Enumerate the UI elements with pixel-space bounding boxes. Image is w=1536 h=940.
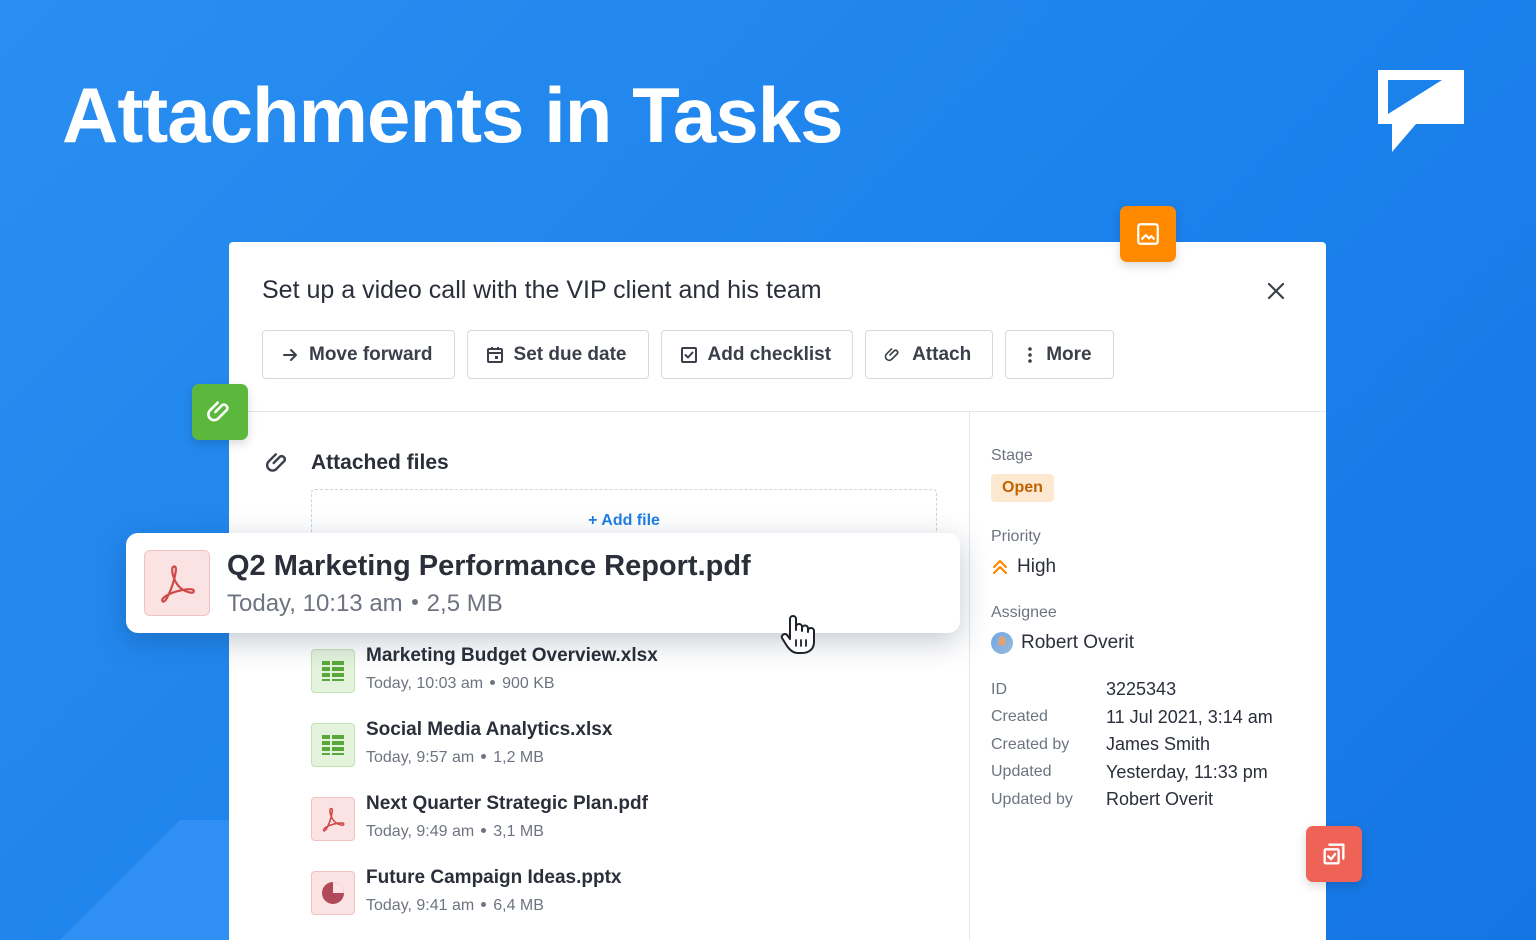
set-due-date-button[interactable]: Set due date [466, 330, 649, 379]
meta-key: ID [991, 680, 1007, 698]
hero-title: Attachments in Tasks [62, 71, 843, 159]
task-toolbar: Move forward Set due date Add checklist … [262, 330, 1114, 379]
priority-value[interactable]: High [991, 556, 1311, 578]
attach-label: Attach [912, 343, 972, 365]
meta-key: Updated by [991, 790, 1073, 808]
brand-logo-icon [1378, 70, 1464, 152]
meta-row: Created 11 Jul 2021, 3:14 am [991, 704, 1311, 732]
meta-row: ID 3225343 [991, 676, 1311, 704]
more-vertical-icon [1028, 346, 1032, 363]
meta-key: Updated [991, 763, 1052, 781]
more-label: More [1046, 343, 1092, 365]
stage-badge[interactable]: Open [991, 474, 1054, 502]
panel-divider [969, 411, 970, 940]
add-checklist-label: Add checklist [707, 343, 832, 365]
file-meta: Today, 9:57 am 1,2 MB [366, 749, 544, 766]
file-item[interactable]: Marketing Budget Overview.xlsx Today, 10… [311, 644, 658, 718]
presentation-icon [311, 871, 355, 915]
checkbox-icon [680, 346, 697, 363]
image-icon [1120, 206, 1176, 262]
toolbar-divider [229, 411, 1326, 412]
spreadsheet-icon [311, 723, 355, 767]
task-copy-icon [1306, 826, 1362, 882]
add-checklist-button[interactable]: Add checklist [660, 330, 854, 379]
meta-row: Updated Yesterday, 11:33 pm [991, 759, 1311, 787]
attach-button[interactable]: Attach [865, 330, 994, 379]
avatar [991, 632, 1013, 654]
meta-row: Updated by Robert Overit [991, 786, 1311, 814]
paperclip-icon [884, 347, 899, 361]
meta-key: Created [991, 708, 1048, 726]
attachments-header: Attached files [265, 450, 449, 476]
file-name: Future Campaign Ideas.pptx [366, 867, 622, 888]
meta-value: Yesterday, 11:33 pm [1106, 761, 1268, 782]
file-meta: Today, 9:49 am 3,1 MB [366, 823, 544, 840]
meta-table: ID 3225343 Created 11 Jul 2021, 3:14 am … [991, 676, 1311, 814]
file-item[interactable]: Social Media Analytics.xlsx Today, 9:57 … [311, 718, 658, 792]
highlighted-file-meta: Today, 10:13 am 2,5 MB [227, 589, 503, 617]
pdf-icon [311, 797, 355, 841]
priority-label: Priority [991, 528, 1041, 545]
file-meta: Today, 9:41 am 6,4 MB [366, 897, 544, 914]
highlighted-file-name: Q2 Marketing Performance Report.pdf [227, 549, 751, 582]
meta-key: Created by [991, 735, 1070, 753]
highlighted-file-card[interactable]: Q2 Marketing Performance Report.pdf Toda… [126, 533, 960, 633]
pdf-icon [144, 550, 210, 616]
priority-text: High [1017, 556, 1057, 577]
meta-value: James Smith [1106, 734, 1211, 755]
assignee-name: Robert Overit [1021, 632, 1134, 653]
paperclip-icon [192, 384, 248, 440]
file-name: Marketing Budget Overview.xlsx [366, 645, 658, 666]
background-shade [0, 820, 240, 940]
file-meta: Today, 10:03 am 900 KB [366, 675, 555, 692]
meta-value: 3225343 [1106, 679, 1177, 700]
meta-value: Robert Overit [1106, 789, 1214, 810]
more-button[interactable]: More [1005, 330, 1114, 379]
arrow-right-icon [283, 348, 297, 361]
paperclip-icon [265, 453, 286, 472]
file-item[interactable]: Next Quarter Strategic Plan.pdf Today, 9… [311, 792, 658, 866]
spreadsheet-icon [311, 649, 355, 693]
hand-cursor-icon [780, 615, 815, 654]
calendar-icon [486, 346, 503, 363]
task-title: Set up a video call with the VIP client … [262, 276, 822, 304]
close-button[interactable] [1261, 276, 1291, 306]
file-name: Social Media Analytics.xlsx [366, 719, 613, 740]
file-list: Marketing Budget Overview.xlsx Today, 10… [311, 644, 658, 940]
set-due-date-label: Set due date [513, 343, 627, 365]
attachments-title: Attached files [311, 451, 449, 474]
meta-value: 11 Jul 2021, 3:14 am [1106, 706, 1273, 727]
priority-high-icon [992, 559, 1008, 575]
task-details: Stage Open Priority High Assignee Robert… [991, 447, 1311, 814]
move-forward-button[interactable]: Move forward [262, 330, 455, 379]
stage-label: Stage [991, 447, 1033, 464]
move-forward-label: Move forward [309, 343, 433, 365]
file-item[interactable]: Future Campaign Ideas.pptx Today, 9:41 a… [311, 866, 658, 940]
meta-row: Created by James Smith [991, 731, 1311, 759]
assignee-value[interactable]: Robert Overit [991, 632, 1311, 654]
close-icon [1267, 282, 1285, 300]
file-name: Next Quarter Strategic Plan.pdf [366, 793, 648, 814]
assignee-label: Assignee [991, 604, 1057, 621]
